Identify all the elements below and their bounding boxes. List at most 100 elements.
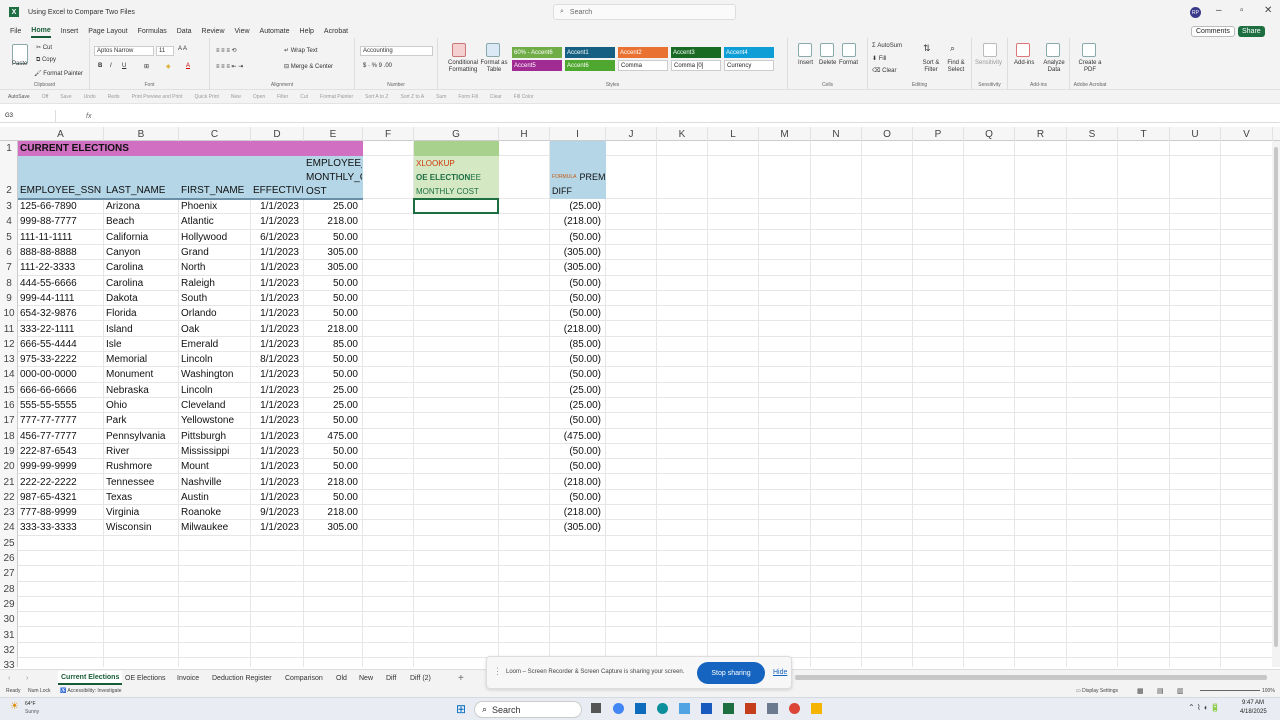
menu-insert[interactable]: Insert [61, 24, 79, 38]
cell-monthly-cost[interactable]: 218.00 [306, 321, 362, 336]
cell-employee-ssn[interactable]: 111-11-1111 [20, 230, 103, 245]
cell-employee-ssn[interactable]: 222-22-2222 [20, 474, 103, 489]
cell-prem-diff[interactable]: (25.00) [552, 383, 605, 398]
task-view-icon[interactable] [591, 703, 601, 713]
header-first-name[interactable]: FIRST_NAME [181, 182, 250, 199]
cell-monthly-cost[interactable]: 50.00 [306, 459, 362, 474]
cell-prem-diff[interactable]: (305.00) [552, 245, 605, 260]
maximize-icon[interactable]: ▫ [1240, 5, 1244, 16]
zoom-slider[interactable] [1200, 690, 1260, 691]
cell-last-name[interactable]: Isle [106, 337, 178, 352]
cell-prem-diff[interactable]: (305.00) [552, 520, 605, 535]
cell-monthly-cost[interactable]: 25.00 [306, 383, 362, 398]
cell-prem-diff[interactable]: (25.00) [552, 199, 605, 214]
row-header-13[interactable]: 13 [0, 352, 18, 367]
cell-effective-date[interactable]: 1/1/2023 [253, 490, 303, 505]
cell-style-comma-0-[interactable]: Comma [0] [671, 60, 721, 71]
font-name-select[interactable]: Aptos Narrow [94, 46, 154, 56]
cell-last-name[interactable]: Rushmore [106, 459, 178, 474]
add-sheet-icon[interactable]: + [458, 671, 464, 685]
cell-prem-diff[interactable]: (305.00) [552, 260, 605, 275]
cell-employee-ssn[interactable]: 777-88-9999 [20, 505, 103, 520]
row-header-23[interactable]: 23 [0, 505, 18, 520]
create-pdf-button[interactable]: Create a PDF [1076, 60, 1104, 74]
qat-new[interactable]: New [231, 94, 241, 100]
cell-effective-date[interactable]: 1/1/2023 [253, 260, 303, 275]
cell-first-name[interactable]: Roanoke [181, 505, 250, 520]
cell-last-name[interactable]: Nebraska [106, 383, 178, 398]
row-header-31[interactable]: 31 [0, 627, 18, 642]
bold-button[interactable]: B [98, 63, 102, 69]
qat-save[interactable]: Save [60, 94, 71, 100]
cell-first-name[interactable]: Oak [181, 321, 250, 336]
sensitivity-button[interactable]: Sensitivity [975, 60, 1002, 66]
column-header-c[interactable]: C [179, 127, 251, 141]
cut-button[interactable]: ✂ Cut [36, 44, 52, 51]
tray-icons[interactable]: ⌃ ⌇ ◖ 🔋 [1188, 703, 1220, 712]
avatar[interactable]: RP [1190, 7, 1201, 18]
qat-sort-a-to-z[interactable]: Sort A to Z [365, 94, 388, 100]
cell-monthly-cost[interactable]: 50.00 [306, 413, 362, 428]
display-settings-button[interactable]: ▭ Display Settings [1076, 688, 1118, 694]
column-header-q[interactable]: Q [964, 127, 1015, 141]
search-box[interactable]: ⌕ Search [553, 4, 736, 20]
page-layout-icon[interactable]: ▤ [1157, 687, 1164, 695]
cell-monthly-cost[interactable]: 50.00 [306, 367, 362, 382]
qat-format-painter[interactable]: Format Painter [320, 94, 353, 100]
cell-last-name[interactable]: Carolina [106, 276, 178, 291]
clock-time[interactable]: 9:47 AM [1242, 700, 1264, 706]
cell-effective-date[interactable]: 1/1/2023 [253, 291, 303, 306]
qat-open[interactable]: Open [253, 94, 265, 100]
row-header-14[interactable]: 14 [0, 367, 18, 382]
sensitivity-icon[interactable] [983, 43, 997, 57]
font-size-select[interactable]: 11 [156, 46, 174, 56]
cell-prem-diff[interactable]: (218.00) [552, 214, 605, 229]
header-effective[interactable]: EFFECTIVE [253, 182, 303, 199]
column-header-n[interactable]: N [811, 127, 862, 141]
header-employee-ssn[interactable]: EMPLOYEE_SSN [20, 182, 103, 199]
xlookup-header-l3[interactable]: MONTHLY COST [416, 184, 498, 198]
window-title[interactable]: Using Excel to Compare Two Files [28, 9, 135, 16]
cell-last-name[interactable]: Tennessee [106, 474, 178, 489]
cell-first-name[interactable]: Hollywood [181, 230, 250, 245]
row-header-8[interactable]: 8 [0, 276, 18, 291]
cell-effective-date[interactable]: 9/1/2023 [253, 505, 303, 520]
cell-monthly-cost[interactable]: 25.00 [306, 398, 362, 413]
qat-sum[interactable]: Sum [436, 94, 446, 100]
cell-employee-ssn[interactable]: 666-66-6666 [20, 383, 103, 398]
menu-review[interactable]: Review [202, 24, 225, 38]
file-explorer-icon[interactable] [811, 703, 822, 714]
row-header-1[interactable]: 1 [0, 141, 18, 156]
cell-monthly-cost[interactable]: 218.00 [306, 214, 362, 229]
cell-monthly-cost[interactable]: 50.00 [306, 306, 362, 321]
row-header-21[interactable]: 21 [0, 474, 18, 489]
cell-style-60-accent6[interactable]: 60% - Accent6 [512, 47, 562, 58]
row-header-29[interactable]: 29 [0, 597, 18, 612]
cell-employee-ssn[interactable]: 975-33-2222 [20, 352, 103, 367]
cell-monthly-cost[interactable]: 85.00 [306, 337, 362, 352]
sheet-tab-comparison[interactable]: Comparison [285, 671, 323, 685]
comments-button[interactable]: Comments [1191, 26, 1235, 37]
grow-font-icon[interactable]: A A [178, 46, 187, 52]
cell-first-name[interactable]: Raleigh [181, 276, 250, 291]
cell-prem-diff[interactable]: (50.00) [552, 230, 605, 245]
row-header-12[interactable]: 12 [0, 337, 18, 352]
merge-center-button[interactable]: ⊟ Merge & Center [284, 63, 333, 70]
qat-clear[interactable]: Clear [490, 94, 502, 100]
menu-data[interactable]: Data [177, 24, 192, 38]
word-icon[interactable] [701, 703, 712, 714]
cell-effective-date[interactable]: 1/1/2023 [253, 276, 303, 291]
row-header-27[interactable]: 27 [0, 566, 18, 581]
prem-diff-header-l1[interactable]: FORMULA PREM [552, 170, 605, 184]
create-pdf-icon[interactable] [1082, 43, 1096, 57]
selected-cell[interactable] [413, 198, 499, 215]
wrap-text-button[interactable]: ↵ Wrap Text [284, 47, 318, 54]
cell-first-name[interactable]: Milwaukee [181, 520, 250, 535]
scroll-right-icon[interactable]: › [26, 671, 28, 685]
drag-handle-icon[interactable]: ⋮ [493, 666, 502, 677]
column-header-u[interactable]: U [1170, 127, 1221, 141]
format-table-button[interactable]: Format as Table [478, 60, 510, 74]
cell-employee-ssn[interactable]: 888-88-8888 [20, 245, 103, 260]
find-select-icon[interactable]: ⌕ [950, 43, 955, 54]
cell-last-name[interactable]: Ohio [106, 398, 178, 413]
